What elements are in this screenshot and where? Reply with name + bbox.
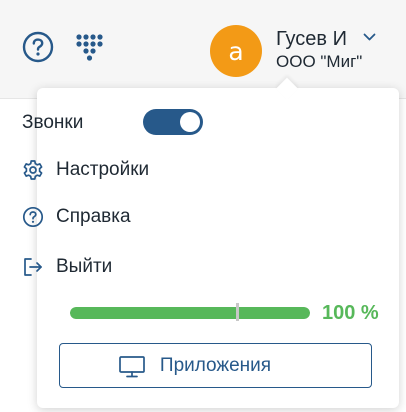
user-avatar[interactable]: a <box>210 25 262 77</box>
menu-item-settings[interactable]: Настройки <box>22 155 149 185</box>
calls-toggle[interactable] <box>143 109 203 135</box>
chevron-down-icon[interactable] <box>363 33 376 42</box>
calls-row: Звонки <box>22 108 83 138</box>
help-icon[interactable] <box>22 31 54 63</box>
toggle-knob <box>180 112 200 132</box>
menu-item-help[interactable]: Справка <box>22 202 131 232</box>
user-name[interactable]: Гусев И <box>276 28 347 51</box>
apps-button[interactable]: Приложения <box>59 343 372 388</box>
settings-label: Настройки <box>56 159 150 180</box>
apps-grid-icon[interactable] <box>76 34 108 64</box>
apps-button-label: Приложения <box>159 355 272 376</box>
help-label: Справка <box>56 206 131 227</box>
logout-label: Выйти <box>56 256 113 277</box>
progress-text: 100 % <box>322 302 379 324</box>
calls-label: Звонки <box>22 112 84 133</box>
gear-icon <box>22 159 44 181</box>
user-organization: ООО "Миг" <box>276 52 363 71</box>
logout-icon <box>22 256 44 278</box>
top-bar: a Гусев И ООО "Миг" <box>0 0 406 99</box>
menu-item-logout[interactable]: Выйти <box>22 252 112 282</box>
avatar-letter: a <box>228 36 244 66</box>
progress-marker <box>236 303 239 321</box>
progress-fill <box>70 307 310 319</box>
help-circle-icon <box>22 206 44 228</box>
progress-bar <box>70 307 310 319</box>
